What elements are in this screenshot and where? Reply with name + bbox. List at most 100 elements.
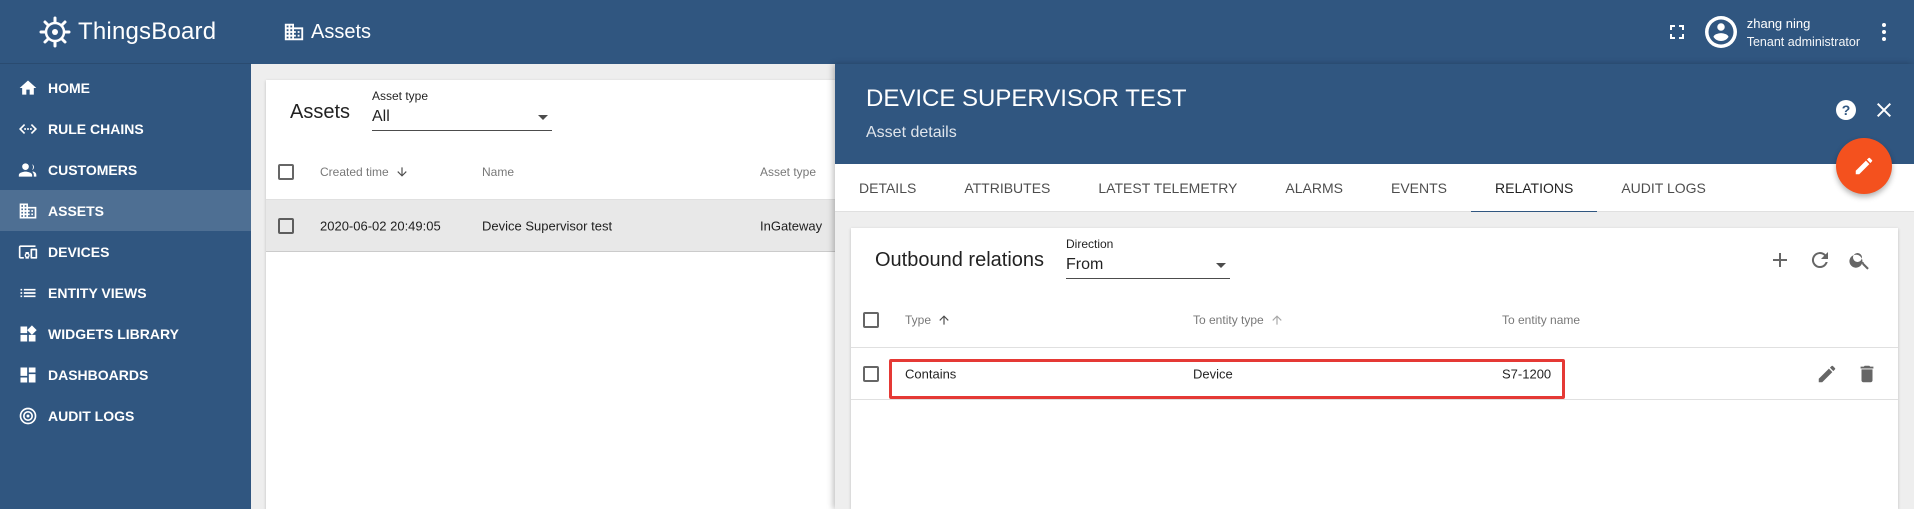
tab-attributes[interactable]: ATTRIBUTES	[940, 164, 1074, 212]
arrow-up-icon	[937, 313, 951, 327]
column-asset-type[interactable]: Asset type	[760, 165, 816, 179]
row-type: Contains	[905, 366, 957, 381]
assets-table-header: Created time Name Asset type	[266, 144, 846, 200]
widgets-icon	[16, 322, 40, 346]
sidebar-item-assets[interactable]: ASSETS	[0, 190, 251, 231]
details-header: DEVICE SUPERVISOR TEST Asset details ?	[835, 64, 1914, 164]
sidebar-item-label: RULE CHAINS	[48, 120, 144, 137]
row-to-entity-name: S7-1200	[1502, 366, 1552, 381]
sidebar-item-home[interactable]: HOME	[0, 67, 251, 108]
table-row[interactable]: 2020-06-02 20:49:05 Device Supervisor te…	[266, 200, 846, 252]
avatar[interactable]	[1704, 16, 1737, 48]
edit-button[interactable]	[1836, 138, 1892, 194]
row-checkbox[interactable]	[278, 217, 294, 234]
relations-title: Outbound relations	[875, 249, 1045, 271]
sidebar-item-dashboards[interactable]: DASHBOARDS	[0, 354, 251, 395]
help-icon[interactable]: ?	[1834, 98, 1858, 122]
sidebar: ThingsBoard HOME RULE CHAINS CUSTOMERS A…	[0, 0, 251, 509]
devices-icon	[16, 240, 40, 264]
select-all-checkbox[interactable]	[278, 163, 294, 180]
direction-label: Direction	[1066, 237, 1114, 251]
sidebar-item-label: WIDGETS LIBRARY	[48, 325, 179, 342]
row-created-time: 2020-06-02 20:49:05	[320, 218, 441, 233]
tab-details[interactable]: DETAILS	[835, 164, 940, 212]
asset-details-panel: DEVICE SUPERVISOR TEST Asset details ? D…	[835, 64, 1914, 509]
add-icon[interactable]	[1768, 248, 1792, 272]
user-area: zhang ning Tenant administrator	[1665, 0, 1914, 64]
sidebar-item-label: DASHBOARDS	[48, 366, 149, 383]
column-to-entity-type[interactable]: To entity type	[1193, 313, 1284, 327]
details-tabs: DETAILS ATTRIBUTES LATEST TELEMETRY ALAR…	[835, 164, 1914, 213]
user-info[interactable]: zhang ning Tenant administrator	[1747, 16, 1860, 49]
close-icon[interactable]	[1872, 98, 1896, 122]
details-subtitle: Asset details	[866, 124, 957, 141]
direction-value: From	[1066, 256, 1104, 273]
sidebar-item-audit-logs[interactable]: AUDIT LOGS	[0, 395, 251, 436]
fullscreen-icon[interactable]	[1665, 20, 1689, 44]
column-type-label: Type	[905, 312, 932, 327]
row-checkbox[interactable]	[863, 365, 879, 382]
home-icon	[16, 76, 40, 100]
assets-page-icon	[283, 21, 305, 43]
dropdown-arrow-icon	[1216, 262, 1226, 268]
app-logo[interactable]: ThingsBoard	[0, 0, 251, 64]
tab-audit-logs[interactable]: AUDIT LOGS	[1597, 164, 1730, 212]
asset-type-select[interactable]: Asset type All	[372, 89, 552, 131]
assets-toolbar: Assets Asset type All	[266, 80, 846, 144]
direction-select[interactable]: Direction From	[1066, 237, 1230, 279]
user-role: Tenant administrator	[1746, 34, 1860, 49]
row-to-entity-type: Device	[1193, 366, 1233, 381]
app-name: ThingsBoard	[78, 17, 217, 45]
more-vert-icon[interactable]	[1872, 20, 1896, 44]
column-to-entity-name[interactable]: To entity name	[1502, 313, 1580, 327]
asset-type-label: Asset type	[372, 89, 429, 103]
column-created-time[interactable]: Created time	[320, 165, 409, 179]
column-type[interactable]: Type	[905, 313, 951, 327]
refresh-icon[interactable]	[1808, 248, 1832, 272]
direction-field[interactable]: From	[1066, 256, 1230, 279]
delete-icon[interactable]	[1856, 363, 1878, 385]
relations-tab-content: Outbound relations Direction From Type T…	[835, 212, 1914, 509]
user-name: zhang ning	[1746, 15, 1811, 31]
dropdown-arrow-icon	[538, 114, 548, 120]
details-title: DEVICE SUPERVISOR TEST	[866, 85, 1187, 112]
column-name[interactable]: Name	[482, 165, 514, 179]
sidebar-item-label: CUSTOMERS	[48, 161, 138, 178]
assets-title: Assets	[290, 101, 351, 123]
rule-chains-icon	[16, 117, 40, 141]
edit-icon	[1853, 155, 1875, 177]
row-name: Device Supervisor test	[482, 218, 613, 233]
search-icon[interactable]	[1848, 248, 1872, 272]
sidebar-item-customers[interactable]: CUSTOMERS	[0, 149, 251, 190]
relations-table-header: Type To entity type To entity name	[851, 292, 1898, 348]
entity-views-icon	[16, 281, 40, 305]
sidebar-item-entity-views[interactable]: ENTITY VIEWS	[0, 272, 251, 313]
sidebar-item-label: HOME	[48, 79, 90, 96]
sidebar-item-widgets-library[interactable]: WIDGETS LIBRARY	[0, 313, 251, 354]
sidebar-item-label: ENTITY VIEWS	[48, 284, 147, 301]
audit-logs-icon	[16, 404, 40, 428]
sidebar-item-label: ASSETS	[48, 202, 105, 219]
column-to-entity-type-label: To entity type	[1193, 312, 1264, 327]
sidebar-item-label: DEVICES	[48, 243, 110, 260]
tab-latest-telemetry[interactable]: LATEST TELEMETRY	[1074, 164, 1261, 212]
customers-icon	[16, 158, 40, 182]
edit-relation-icon[interactable]	[1816, 363, 1838, 385]
tab-alarms[interactable]: ALARMS	[1261, 164, 1367, 212]
sidebar-menu: HOME RULE CHAINS CUSTOMERS ASSETS DEVICE…	[0, 64, 251, 436]
table-row[interactable]: Contains Device S7-1200	[851, 348, 1898, 400]
arrow-up-icon	[1270, 313, 1284, 327]
sidebar-item-devices[interactable]: DEVICES	[0, 231, 251, 272]
asset-type-field[interactable]: All	[372, 108, 552, 131]
dashboards-icon	[16, 363, 40, 387]
select-all-checkbox[interactable]	[863, 311, 879, 328]
top-bar: Assets zhang ning Tenant administrator	[251, 0, 1914, 64]
svg-text:?: ?	[1842, 102, 1851, 118]
tab-relations[interactable]: RELATIONS	[1471, 164, 1598, 213]
sidebar-item-rule-chains[interactable]: RULE CHAINS	[0, 108, 251, 149]
tab-events[interactable]: EVENTS	[1367, 164, 1471, 212]
column-created-time-label: Created time	[320, 164, 389, 179]
assets-icon	[16, 199, 40, 223]
sidebar-item-label: AUDIT LOGS	[48, 407, 135, 424]
relations-card: Outbound relations Direction From Type T…	[851, 228, 1898, 509]
